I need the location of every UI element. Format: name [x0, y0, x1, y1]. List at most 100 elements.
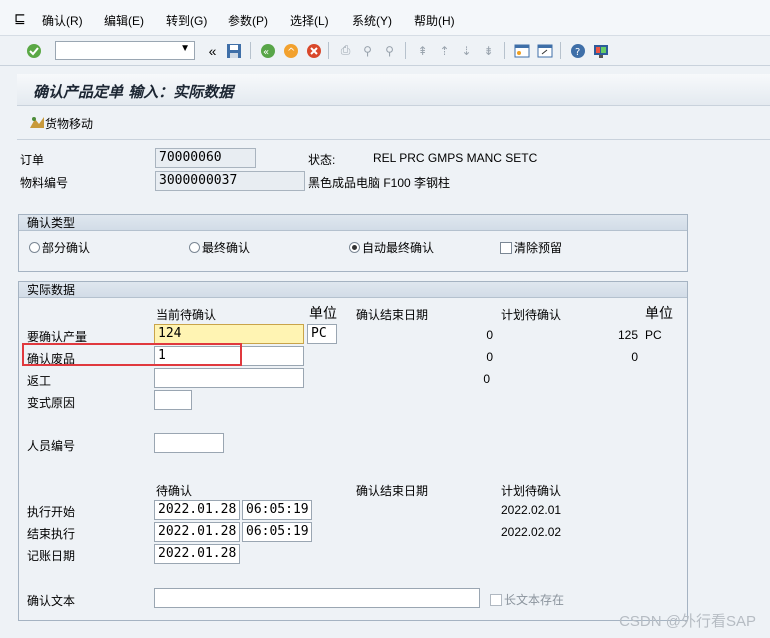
exec-start-date-input[interactable]: 2022.01.28 — [154, 500, 240, 520]
exec-start-planned: 2022.02.01 — [501, 503, 562, 517]
confirm-type-title: 确认类型 — [19, 215, 687, 231]
toolbar-separator — [328, 42, 329, 59]
application-toolbar: 货物移动 — [17, 106, 770, 140]
radio-button[interactable] — [189, 242, 200, 253]
confirm-text-input[interactable] — [154, 588, 480, 608]
material-label: 物料编号 — [20, 176, 69, 190]
collapse-icon[interactable]: « — [204, 42, 221, 59]
toolbar-separator — [560, 42, 561, 59]
rework-label: 返工 — [27, 374, 52, 388]
window-menu-icon[interactable]: ⊑ — [14, 10, 26, 27]
yield-planned-unit: PC — [645, 328, 662, 342]
toolbar-separator — [405, 42, 406, 59]
menu-selection[interactable]: 选择(L) — [290, 12, 329, 29]
previous-page-icon[interactable]: ⇡ — [436, 42, 453, 59]
material-field[interactable]: 3000000037 — [155, 171, 305, 191]
order-field[interactable]: 70000060 — [155, 148, 256, 168]
scrap-planned-value: 0 — [631, 350, 638, 364]
col-planned-header: 计划待确认 — [501, 308, 562, 322]
exit-icon[interactable]: ^ — [282, 42, 299, 59]
col-end-date-header: 确认结束日期 — [356, 308, 429, 322]
radio-button-selected[interactable] — [349, 242, 360, 253]
personnel-label: 人员编号 — [27, 439, 76, 453]
partial-confirm-radio[interactable]: 部分确认 — [29, 239, 90, 256]
checkbox[interactable] — [500, 241, 512, 254]
svg-text:?: ? — [575, 47, 580, 58]
col-unit-header: 单位 — [309, 305, 337, 321]
yield-planned-value: 125 — [617, 328, 638, 342]
scrap-end-value: 0 — [486, 350, 493, 364]
find-next-icon[interactable]: ⚲ — [381, 42, 398, 59]
new-session-icon[interactable] — [513, 42, 530, 59]
rework-input[interactable] — [154, 368, 304, 388]
command-dropdown-icon[interactable]: ▼ — [180, 43, 190, 54]
menu-help[interactable]: 帮助(H) — [414, 12, 455, 29]
clear-reservation-checkbox[interactable]: 清除预留 — [500, 239, 562, 256]
col-current-header: 当前待确认 — [156, 308, 217, 322]
page-title: 确认产品定单 输入：实际数据 — [33, 83, 234, 101]
radio-button[interactable] — [29, 242, 40, 253]
confirm-type-group: 确认类型 部分确认 最终确认 自动最终确认 清除预留 — [18, 214, 688, 272]
menu-parameters[interactable]: 参数(P) — [228, 12, 268, 29]
enter-check-icon[interactable] — [25, 42, 42, 59]
menu-bar: ⊑ 确认(R) 编辑(E) 转到(G) 参数(P) 选择(L) 系统(Y) 帮助… — [0, 0, 770, 36]
next-page-icon[interactable]: ⇣ — [458, 42, 475, 59]
title-bar: 确认产品定单 输入：实际数据 — [17, 74, 770, 106]
posting-date-label: 记账日期 — [27, 549, 76, 563]
yield-input[interactable]: 124 — [154, 324, 304, 344]
col-unit2-header: 单位 — [645, 305, 673, 321]
exec-end-time-input[interactable]: 06:05:19 — [242, 522, 312, 542]
svg-text:«: « — [263, 47, 269, 58]
last-page-icon[interactable]: ⇟ — [480, 42, 497, 59]
back-icon[interactable]: « — [259, 42, 276, 59]
print-icon[interactable]: ⎙ — [337, 42, 354, 59]
checkbox[interactable] — [490, 593, 502, 606]
col2-to-confirm-header: 待确认 — [156, 484, 193, 498]
exec-end-label: 结束执行 — [27, 527, 76, 541]
command-field[interactable]: ▼ — [55, 41, 195, 60]
yield-unit-input[interactable]: PC — [307, 324, 337, 344]
auto-final-confirm-radio[interactable]: 自动最终确认 — [349, 239, 434, 256]
material-description: 黑色成品电脑 F100 李钢柱 — [308, 176, 451, 190]
rework-end-value: 0 — [483, 372, 490, 386]
exec-end-planned: 2022.02.02 — [501, 525, 562, 539]
personnel-input[interactable] — [154, 433, 224, 453]
long-text-label: 长文本存在 — [504, 593, 565, 607]
menu-system[interactable]: 系统(Y) — [352, 12, 392, 29]
shortcut-icon[interactable] — [536, 42, 553, 59]
first-page-icon[interactable]: ⇞ — [414, 42, 431, 59]
menu-edit[interactable]: 编辑(E) — [104, 12, 144, 29]
status-value: REL PRC GMPS MANC SETC — [373, 151, 538, 165]
save-icon[interactable] — [225, 42, 242, 59]
cancel-icon[interactable] — [305, 42, 322, 59]
order-label: 订单 — [20, 153, 45, 167]
posting-date-input[interactable]: 2022.01.28 — [154, 544, 240, 564]
goods-movement-label: 货物移动 — [45, 117, 94, 131]
highlight-box — [22, 343, 242, 366]
toolbar-separator — [250, 42, 251, 59]
help-icon[interactable]: ? — [569, 42, 586, 59]
layout-icon[interactable] — [592, 42, 609, 59]
standard-toolbar: ▼ « « ^ ⎙ ⚲ ⚲ ⇞ ⇡ ⇣ ⇟ ? — [0, 36, 770, 66]
long-text-checkbox[interactable]: 长文本存在 — [490, 591, 564, 608]
exec-start-label: 执行开始 — [27, 505, 76, 519]
radio-label: 自动最终确认 — [362, 241, 435, 255]
confirm-text-label: 确认文本 — [27, 594, 76, 608]
find-icon[interactable]: ⚲ — [359, 42, 376, 59]
menu-goto[interactable]: 转到(G) — [166, 12, 207, 29]
goods-movement-button[interactable]: 货物移动 — [29, 115, 93, 132]
watermark: CSDN @外行看SAP — [619, 613, 756, 630]
variance-label: 变式原因 — [27, 396, 76, 410]
goods-movement-icon — [29, 115, 45, 132]
toolbar-separator — [504, 42, 505, 59]
yield-end-value: 0 — [486, 328, 493, 342]
svg-text:^: ^ — [287, 47, 295, 58]
exec-end-date-input[interactable]: 2022.01.28 — [154, 522, 240, 542]
radio-label: 部分确认 — [42, 241, 91, 255]
checkbox-label: 清除预留 — [514, 241, 563, 255]
exec-start-time-input[interactable]: 06:05:19 — [242, 500, 312, 520]
final-confirm-radio[interactable]: 最终确认 — [189, 239, 250, 256]
actual-data-title: 实际数据 — [19, 282, 687, 298]
variance-input[interactable] — [154, 390, 192, 410]
menu-confirm[interactable]: 确认(R) — [42, 12, 83, 29]
